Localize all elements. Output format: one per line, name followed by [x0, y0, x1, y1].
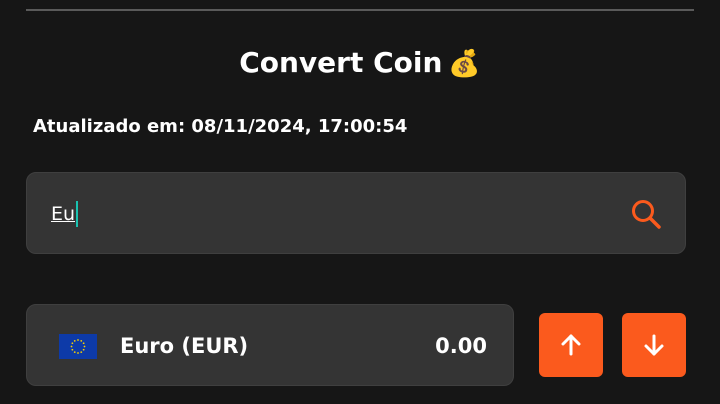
- search-input-value: Eu: [51, 203, 76, 225]
- search-field[interactable]: Eu: [26, 172, 686, 254]
- page-title: Convert Coin 💰: [0, 44, 720, 83]
- text-caret: [76, 201, 79, 227]
- move-down-button[interactable]: [622, 313, 686, 377]
- page-title-text: Convert Coin: [239, 46, 443, 79]
- last-updated-text: Atualizado em: 08/11/2024, 17:00:54: [33, 116, 408, 137]
- eu-flag-icon: [59, 334, 97, 359]
- arrow-up-icon: [561, 334, 581, 356]
- move-up-button[interactable]: [539, 313, 603, 377]
- top-divider: [26, 9, 694, 11]
- search-input[interactable]: Eu: [51, 201, 79, 227]
- arrow-down-icon: [644, 334, 664, 356]
- currency-value: 0.00: [435, 334, 487, 358]
- search-icon[interactable]: [629, 197, 663, 231]
- money-bag-icon: 💰: [448, 49, 481, 79]
- currency-name: Euro (EUR): [120, 334, 249, 358]
- currency-list-item[interactable]: Euro (EUR) 0.00: [26, 304, 514, 386]
